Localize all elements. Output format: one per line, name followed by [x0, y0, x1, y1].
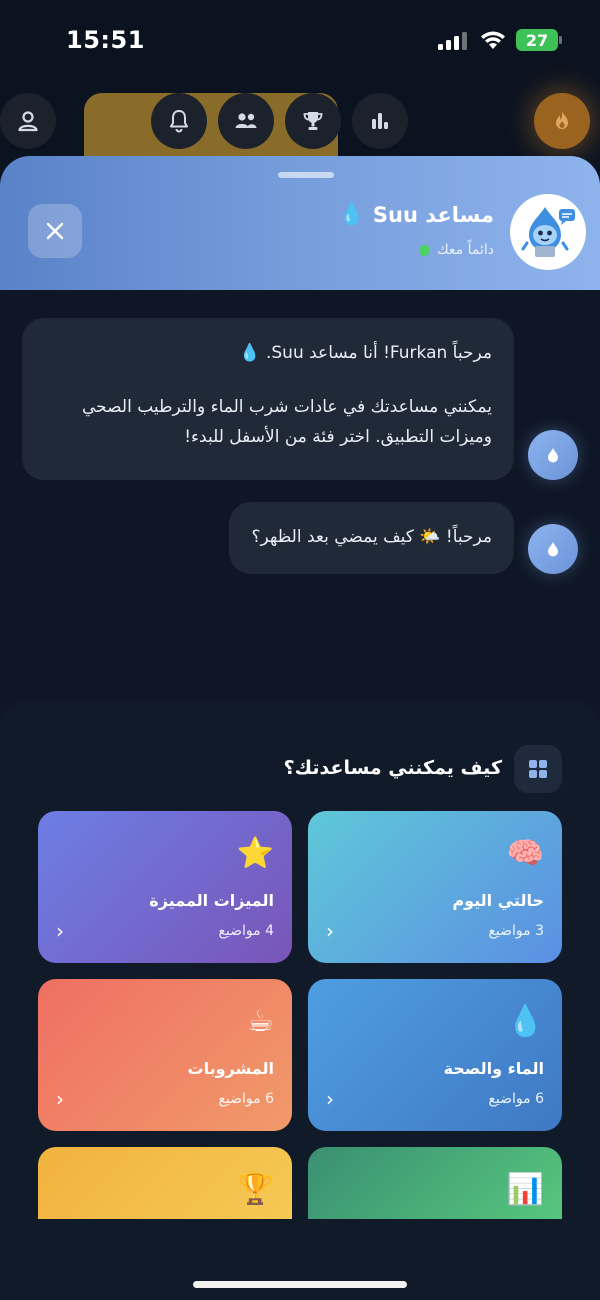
home-indicator[interactable] [193, 1281, 407, 1288]
category-count: 6 مواضيع [218, 1091, 274, 1107]
cellular-signal-icon [438, 32, 468, 50]
assistant-sheet: مساعد Suu 💧 دائماً معك مرحباً Furkan! أن… [0, 156, 600, 1300]
chevron-left-icon: ‹ [56, 919, 64, 943]
category-grid: 🧠 حالتي اليوم 3 مواضيع ‹ ⭐ الميزات الممي… [38, 811, 562, 1219]
grid-icon [514, 745, 562, 793]
assistant-message: مرحباً Furkan! أنا مساعد Suu. 💧 يمكنني م… [22, 318, 514, 480]
brain-icon: 🧠 [506, 836, 544, 871]
chevron-left-icon: ‹ [56, 1087, 64, 1111]
assistant-message: مرحباً! 🌤️ كيف يمضي بعد الظهر؟ [229, 502, 514, 574]
category-count: 4 مواضيع [218, 923, 274, 939]
bar-chart-icon: 📊 [506, 1172, 544, 1207]
top-nav-row [0, 93, 600, 245]
assistant-header: مساعد Suu 💧 دائماً معك [0, 156, 600, 290]
water-drop-icon: 💧 [506, 1004, 544, 1039]
assistant-title: مساعد Suu 💧 [339, 202, 494, 227]
water-mascot-icon [521, 207, 575, 257]
close-button[interactable] [28, 204, 82, 258]
battery-cap [559, 36, 562, 44]
category-title: حالتي اليوم [452, 891, 544, 910]
coffee-icon: ☕ [247, 1004, 274, 1039]
category-count: 3 مواضيع [488, 923, 544, 939]
category-card-achievements[interactable]: 🏆 [38, 1147, 292, 1219]
category-card-premium[interactable]: ⭐ الميزات المميزة 4 مواضيع ‹ [38, 811, 292, 963]
category-title: المشروبات [187, 1059, 275, 1078]
category-count: 6 مواضيع [488, 1091, 544, 1107]
message-text: مرحباً! 🌤️ كيف يمضي بعد الظهر؟ [251, 527, 492, 547]
category-title: الماء والصحة [443, 1059, 544, 1078]
help-title: كيف يمكنني مساعدتك؟ [283, 757, 502, 779]
category-title: الميزات المميزة [149, 891, 274, 910]
chevron-left-icon: ‹ [326, 1087, 334, 1111]
message-text: يمكنني مساعدتك في عادات شرب الماء والترط… [82, 397, 492, 447]
category-card-drinks[interactable]: ☕ المشروبات 6 مواضيع ‹ [38, 979, 292, 1131]
battery-icon: 27 [516, 29, 558, 51]
sheet-grabber[interactable] [278, 172, 334, 178]
trophy-icon[interactable] [285, 93, 341, 149]
bell-icon[interactable] [151, 93, 207, 149]
people-icon[interactable] [218, 93, 274, 149]
chevron-left-icon: ‹ [326, 919, 334, 943]
category-card-water-health[interactable]: 💧 الماء والصحة 6 مواضيع ‹ [308, 979, 562, 1131]
assistant-status: دائماً معك [419, 242, 494, 258]
assistant-bot-icon [528, 430, 578, 480]
battery-level: 27 [525, 30, 549, 50]
assistant-bot-icon [528, 524, 578, 574]
chart-icon[interactable] [352, 93, 408, 149]
message-text: مرحباً Furkan! أنا مساعد Suu. 💧 [239, 343, 492, 363]
fire-icon[interactable] [534, 93, 590, 149]
close-icon [46, 222, 64, 240]
status-bar: 15:51 27 [0, 0, 600, 80]
category-card-stats[interactable]: 📊 [308, 1147, 562, 1219]
assistant-title-text: مساعد Suu [372, 202, 494, 227]
star-icon: ⭐ [236, 836, 274, 871]
online-indicator [419, 244, 431, 256]
status-time: 15:51 [66, 26, 145, 54]
assistant-avatar [510, 194, 586, 270]
category-card-today[interactable]: 🧠 حالتي اليوم 3 مواضيع ‹ [308, 811, 562, 963]
trophy-icon: 🏆 [236, 1172, 274, 1207]
assistant-status-text: دائماً معك [437, 242, 494, 258]
water-drop-icon: 💧 [338, 202, 365, 226]
profile-icon[interactable] [0, 93, 56, 149]
help-categories-panel: كيف يمكنني مساعدتك؟ 🧠 حالتي اليوم 3 مواض… [0, 701, 600, 1300]
wifi-icon [478, 28, 508, 50]
